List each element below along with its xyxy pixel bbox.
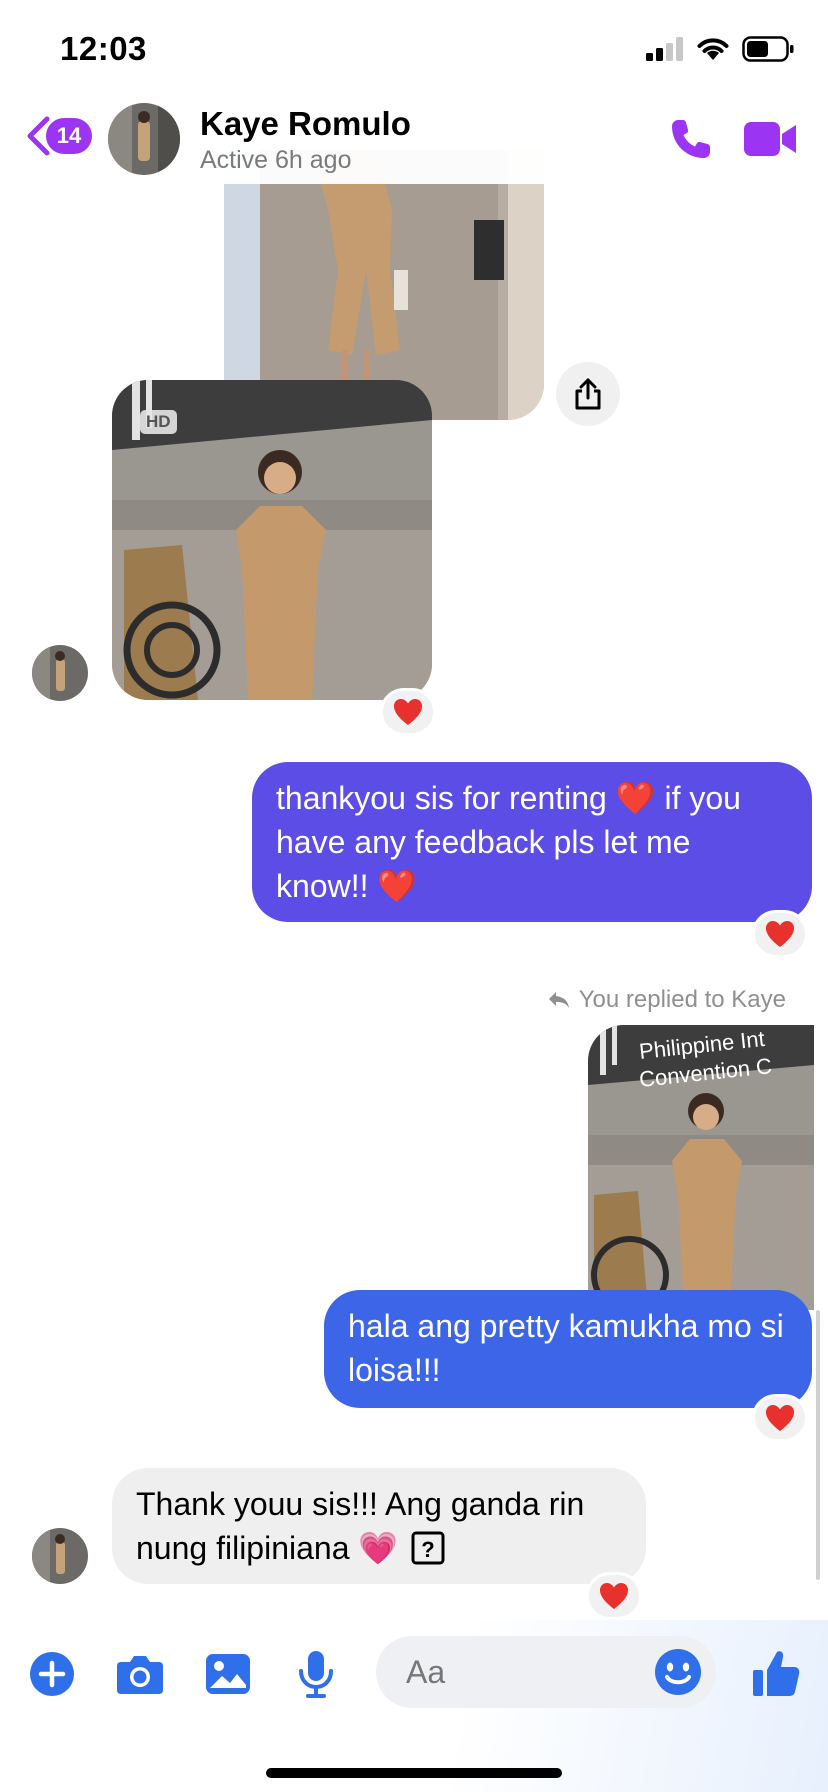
emoji-icon (655, 1649, 701, 1695)
phone-icon (672, 120, 710, 158)
audio-call-button[interactable] (668, 116, 714, 167)
camera-icon (117, 1656, 163, 1694)
outgoing-message[interactable]: thankyou sis for renting ❤️ if you have … (252, 762, 812, 922)
status-icons (646, 36, 794, 62)
contact-avatar[interactable] (108, 103, 180, 175)
home-indicator[interactable] (266, 1768, 562, 1778)
emoji-button[interactable] (650, 1644, 706, 1700)
heart-icon (394, 699, 422, 725)
heart-icon (600, 1583, 628, 1609)
share-icon (575, 378, 601, 410)
contact-name[interactable]: Kaye Romulo (200, 105, 411, 143)
gallery-button[interactable] (200, 1646, 256, 1702)
video-call-button[interactable] (742, 120, 798, 163)
thumbs-up-icon (753, 1651, 800, 1696)
heart-reaction[interactable] (586, 1572, 642, 1620)
status-time: 12:03 (60, 30, 147, 67)
message-composer: Aa (0, 1620, 828, 1792)
unsupported-emoji-icon: ? (411, 1531, 445, 1565)
camera-button[interactable] (112, 1646, 168, 1702)
heart-icon (766, 921, 794, 947)
like-button[interactable] (748, 1646, 804, 1702)
replied-photo[interactable]: Philippine Int Convention C (588, 1025, 814, 1310)
reply-arrow-icon (548, 992, 569, 1008)
incoming-message-text: Thank youu sis!!! Ang ganda rin nung fil… (136, 1486, 585, 1566)
outgoing-reply-message[interactable]: hala ang pretty kamukha mo si loisa!!! (324, 1290, 812, 1408)
status-bar: 12:03 (0, 0, 828, 100)
scrollbar[interactable] (816, 1310, 820, 1580)
plus-icon (30, 1652, 74, 1696)
contact-avatar-small[interactable] (32, 1528, 88, 1584)
message-input-placeholder: Aa (406, 1654, 446, 1690)
more-actions-button[interactable] (24, 1646, 80, 1702)
incoming-message[interactable]: Thank youu sis!!! Ang ganda rin nung fil… (112, 1468, 646, 1584)
back-button[interactable]: 14 (26, 116, 92, 156)
heart-reaction[interactable] (752, 1394, 808, 1442)
hd-badge: HD (140, 410, 177, 434)
contact-avatar-small[interactable] (32, 645, 88, 701)
reply-indicator: You replied to Kaye (547, 986, 786, 1014)
unread-count-badge: 14 (46, 118, 92, 154)
signal-icon (646, 37, 683, 61)
share-button[interactable] (556, 362, 620, 426)
battery-icon (742, 36, 794, 62)
heart-reaction[interactable] (380, 688, 436, 736)
active-status: Active 6h ago (200, 146, 352, 174)
heart-reaction[interactable] (752, 910, 808, 958)
microphone-icon (299, 1651, 333, 1698)
wifi-icon (697, 38, 729, 60)
reply-note-text: You replied to Kaye (578, 986, 786, 1013)
message-input[interactable]: Aa (376, 1636, 716, 1708)
video-camera-icon (744, 122, 796, 156)
image-icon (206, 1654, 250, 1694)
voice-message-button[interactable] (288, 1646, 344, 1702)
shared-photo-hd[interactable]: HD (112, 380, 432, 700)
conversation-header: 14 Kaye Romulo Active 6h ago (0, 100, 828, 184)
heart-icon (766, 1405, 794, 1431)
svg-text:?: ? (421, 1537, 434, 1562)
